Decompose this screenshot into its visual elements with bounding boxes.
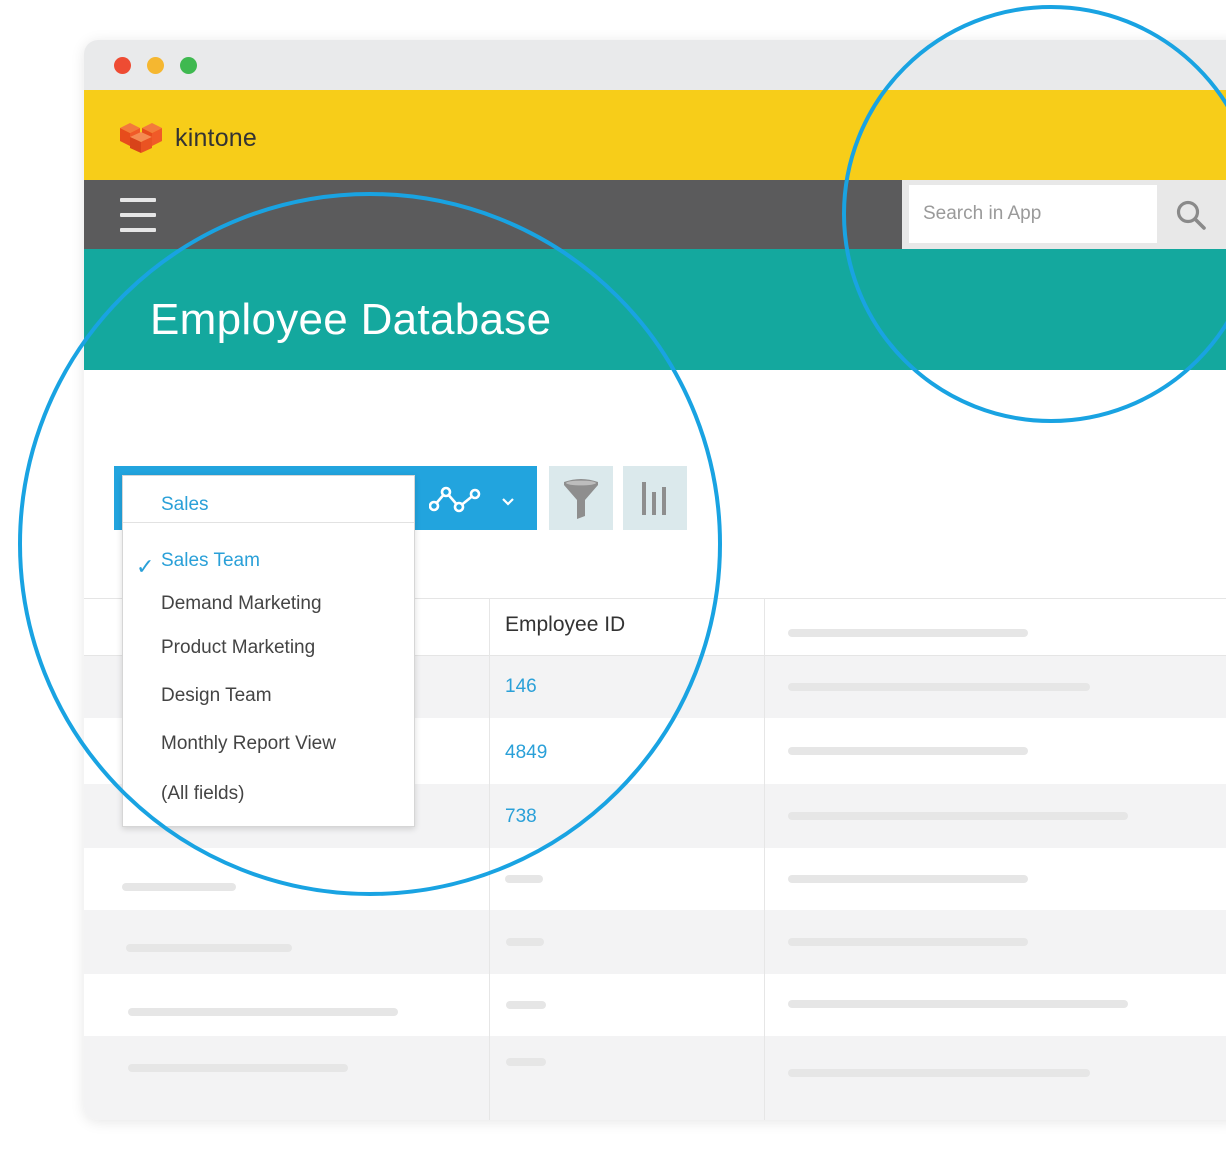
title-bar — [84, 40, 1226, 90]
view-option-product-marketing[interactable]: Product Marketing — [161, 637, 315, 659]
placeholder-bar — [506, 938, 544, 946]
column-header-employee-id: Employee ID — [505, 613, 626, 636]
table-row[interactable] — [84, 910, 1226, 974]
placeholder-bar — [122, 883, 236, 891]
search-button[interactable] — [1160, 185, 1224, 243]
placeholder-bar — [788, 1069, 1090, 1077]
placeholder-bar — [788, 1000, 1128, 1008]
maximize-control[interactable] — [180, 57, 197, 74]
view-option-monthly-report-view[interactable]: Monthly Report View — [161, 733, 336, 755]
view-option-sales-team[interactable]: Sales Team — [161, 550, 260, 572]
bar-chart-icon — [641, 482, 669, 521]
graph-icon — [428, 484, 485, 519]
view-option-design-team[interactable]: Design Team — [161, 685, 272, 707]
filter-button[interactable] — [549, 466, 613, 530]
view-dropdown[interactable]: Sales ✓ Sales Team Demand Marketing Prod… — [122, 475, 415, 827]
employee-id-link[interactable]: 146 — [505, 676, 537, 698]
graph-view-button[interactable] — [419, 466, 537, 530]
chevron-down-icon — [501, 494, 515, 512]
view-option-all-fields[interactable]: (All fields) — [161, 783, 244, 805]
placeholder-bar — [128, 1008, 398, 1016]
placeholder-bar — [788, 683, 1090, 691]
placeholder-bar — [506, 1001, 546, 1009]
placeholder-bar — [506, 1058, 546, 1066]
placeholder-bar — [788, 938, 1028, 946]
app-window: kintone Employee Database — [84, 40, 1226, 1120]
page-header: Employee Database — [84, 249, 1226, 370]
employee-id-link[interactable]: 738 — [505, 806, 537, 828]
kintone-logo-icon — [118, 122, 164, 159]
table-row[interactable] — [84, 1036, 1226, 1120]
brand-name: kintone — [175, 124, 258, 152]
page-title: Employee Database — [150, 295, 552, 344]
employee-id-link[interactable]: 4849 — [505, 742, 547, 764]
column-divider — [764, 598, 765, 1120]
placeholder-bar — [126, 944, 292, 952]
placeholder-bar — [788, 629, 1028, 637]
minimize-control[interactable] — [147, 57, 164, 74]
selected-view-label: Sales — [161, 494, 209, 515]
table-row[interactable] — [84, 848, 1226, 910]
placeholder-bar — [788, 747, 1028, 755]
table-row[interactable] — [84, 974, 1226, 1036]
brand-bar: kintone — [84, 90, 1226, 180]
placeholder-bar — [128, 1064, 348, 1072]
filter-funnel-icon — [562, 478, 600, 525]
column-divider — [489, 598, 490, 1120]
check-icon: ✓ — [136, 554, 155, 579]
search-icon — [1175, 199, 1207, 236]
placeholder-bar — [505, 875, 543, 883]
nav-bar — [84, 180, 1226, 249]
view-dropdown-selected[interactable]: Sales — [123, 476, 414, 523]
chart-button[interactable] — [623, 466, 687, 530]
hamburger-menu-icon[interactable] — [120, 198, 156, 232]
close-control[interactable] — [114, 57, 131, 74]
placeholder-bar — [788, 875, 1028, 883]
view-option-demand-marketing[interactable]: Demand Marketing — [161, 593, 322, 615]
search-box — [902, 180, 1226, 249]
search-input[interactable] — [909, 185, 1157, 243]
placeholder-bar — [788, 812, 1128, 820]
